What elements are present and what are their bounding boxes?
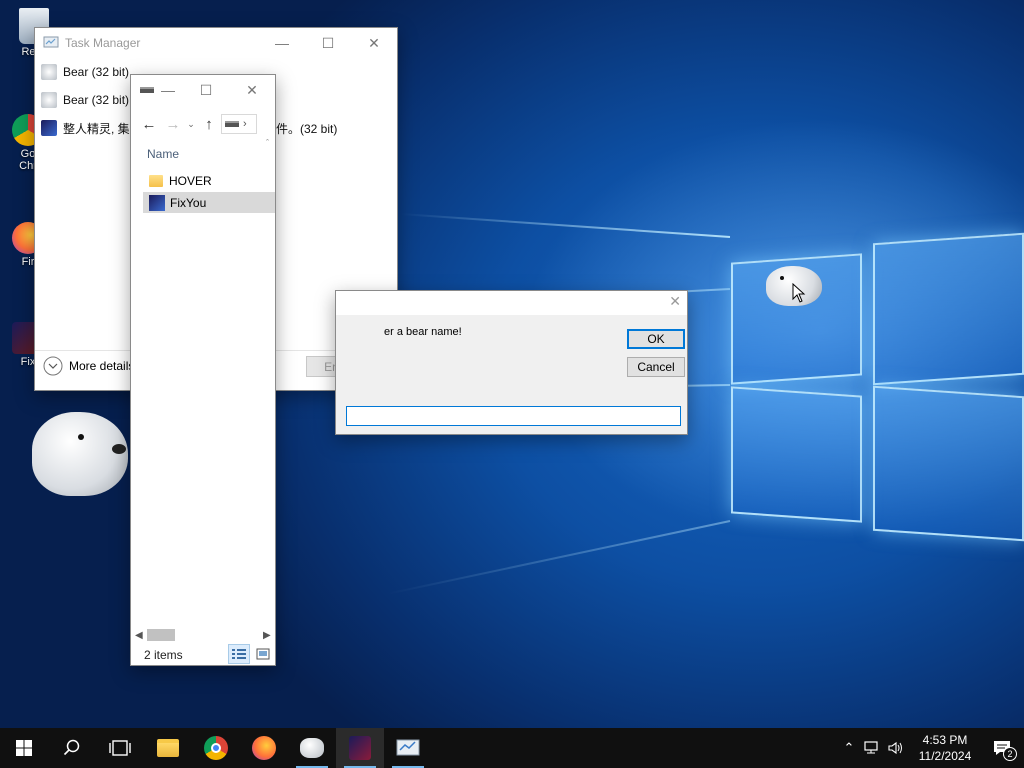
drive-icon [225,121,239,127]
action-center-button[interactable]: 2 [980,728,1024,768]
firefox-icon [252,736,276,760]
more-details-toggle[interactable]: More details [43,356,134,376]
search-icon [63,739,80,756]
name-column-header[interactable]: Name [147,147,179,161]
back-arrow-icon[interactable]: ← [137,116,161,133]
recent-locations-chevron-icon[interactable]: ⌄ [185,119,197,130]
process-name: Bear (32 bit) [63,65,130,79]
address-bar[interactable]: › [221,114,257,134]
window-title: Task Manager [65,36,141,50]
process-name: Bear (32 bit) [63,93,130,107]
taskbar-chrome[interactable] [192,728,240,768]
system-tray: ⌃ 4:53 PM 11/2/2024 2 [838,728,1024,768]
file-name: HOVER [169,174,212,188]
chevron-down-icon [43,356,63,376]
windows-logo-pane [873,232,1024,386]
notification-count-badge: 2 [1003,747,1017,761]
folder-icon [149,175,163,187]
chrome-icon [204,736,228,760]
taskbar: ⌃ 4:53 PM 11/2/2024 2 [0,728,1024,768]
fixyou-icon [349,736,371,760]
file-explorer-icon [157,739,179,757]
mouse-cursor-icon [792,283,806,303]
volume-icon[interactable] [888,741,904,755]
windows-logo-pane [873,385,1024,542]
start-button[interactable] [0,728,48,768]
close-button[interactable]: ✕ [229,75,275,105]
maximize-button[interactable]: ☐ [183,75,229,105]
wallpaper-beam [400,212,731,238]
explorer-titlebar[interactable]: — ☐ ✕ [131,75,275,105]
prank-app-icon [41,120,57,136]
bear-name-input[interactable] [346,406,681,426]
large-icons-view-icon [256,648,270,660]
start-icon [16,740,32,756]
taskbar-firefox[interactable] [240,728,288,768]
forward-arrow-icon[interactable]: → [161,116,185,133]
task-manager-icon [396,739,420,756]
taskbar-fixyou[interactable] [336,728,384,768]
file-name: FixYou [170,195,207,210]
up-arrow-icon[interactable]: ↑ [197,116,221,133]
taskbar-task-manager[interactable] [384,728,432,768]
clock-date: 11/2/2024 [918,749,972,763]
process-name: 整人精灵, 集 [63,121,130,136]
maximize-button[interactable]: ☐ [305,28,351,58]
file-item-fixyou[interactable]: FixYou [143,192,275,213]
file-explorer-window[interactable]: — ☐ ✕ ← → ⌄ ↑ › Name ˆ HOVER FixYou ◀ ▶ … [130,74,276,666]
details-view-icon [232,649,246,659]
bear-name-dialog[interactable]: ✕ er a bear name! OK Cancel [335,290,688,435]
network-icon[interactable] [864,741,880,755]
minimize-button[interactable]: — [153,75,183,105]
process-name-suffix: 件。(32 bit) [276,121,338,136]
fixyou-file-icon [149,194,165,211]
cancel-button[interactable]: Cancel [627,357,685,377]
dialog-titlebar[interactable]: ✕ [336,291,687,315]
wallpaper-beam [387,520,731,595]
dialog-prompt: er a bear name! [384,326,462,338]
task-view-icon [109,740,131,756]
ok-button[interactable]: OK [627,329,685,349]
close-button[interactable]: ✕ [669,293,681,310]
task-manager-icon [43,36,59,48]
minimize-button[interactable]: — [259,28,305,58]
horizontal-scrollbar[interactable]: ◀ ▶ [135,628,273,642]
taskbar-bear[interactable] [288,728,336,768]
breadcrumb-chevron-icon: › [243,118,247,130]
close-button[interactable]: ✕ [351,28,397,58]
explorer-navigation: ← → ⌄ ↑ › [131,111,275,137]
bear-app-icon [41,64,57,80]
more-details-label: More details [69,359,135,373]
task-manager-titlebar[interactable]: Task Manager — ☐ ✕ [35,28,397,58]
desktop-icon-label: Fir [21,256,35,268]
show-hidden-icons-chevron-icon[interactable]: ⌃ [838,740,860,756]
file-item-hover[interactable]: HOVER [143,171,275,191]
windows-logo-pane [731,386,862,523]
large-icons-view-button[interactable] [253,644,273,664]
clock[interactable]: 4:53 PM 11/2/2024 [910,732,980,764]
scroll-left-icon[interactable]: ◀ [135,630,145,641]
drive-icon [140,87,154,93]
search-button[interactable] [48,728,96,768]
scrollbar-thumb[interactable] [147,629,175,641]
taskbar-file-explorer[interactable] [144,728,192,768]
status-item-count: 2 items [144,648,183,662]
scroll-right-icon[interactable]: ▶ [263,630,273,641]
clock-time: 4:53 PM [922,733,968,747]
sort-ascending-icon: ˆ [266,138,269,148]
bear-sprite-large[interactable] [32,404,130,500]
bear-app-icon [41,92,57,108]
details-view-button[interactable] [228,644,250,664]
task-view-button[interactable] [96,728,144,768]
bear-app-icon [300,738,324,758]
